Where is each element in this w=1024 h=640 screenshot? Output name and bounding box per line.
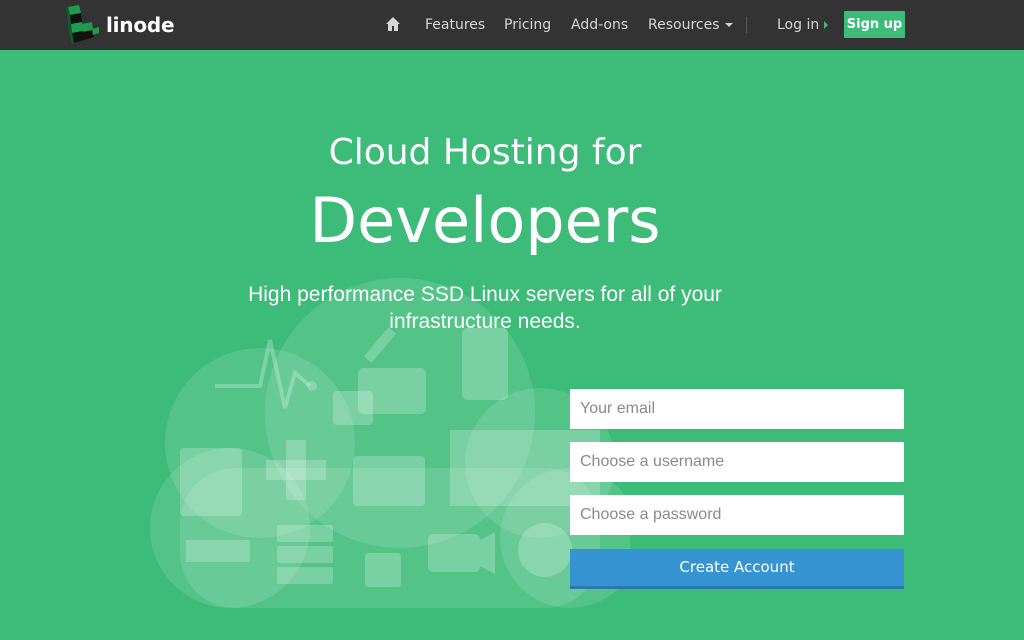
brand-name: linode [106, 13, 175, 37]
nav-divider [746, 17, 747, 33]
hero-title-line1: Cloud Hosting for [328, 132, 642, 173]
hero-subtitle-line2: infrastructure needs. [389, 310, 581, 333]
password-input[interactable] [570, 495, 904, 535]
login-link[interactable]: Log in [777, 0, 829, 50]
hero-subtitle: High performance SSD Linux servers for a… [0, 281, 970, 335]
hero-subtitle-line1: High performance SSD Linux servers for a… [248, 283, 722, 306]
nav-link-resources-label: Resources [648, 17, 720, 33]
arrow-right-icon [824, 21, 829, 29]
email-input[interactable] [570, 389, 904, 429]
chevron-down-icon [724, 23, 733, 27]
top-navbar: linode Features Pricing Add-ons Resource… [0, 0, 1024, 50]
username-input[interactable] [570, 442, 904, 482]
home-icon[interactable] [385, 16, 401, 32]
nav-link-features[interactable]: Features [425, 0, 485, 50]
nav-link-resources[interactable]: Resources [648, 0, 733, 50]
linode-logo-icon [66, 5, 99, 44]
login-label: Log in [777, 17, 820, 33]
nav-link-addons[interactable]: Add-ons [571, 0, 628, 50]
nav-link-pricing[interactable]: Pricing [504, 0, 551, 50]
hero-title-line2: Developers [309, 184, 661, 257]
create-account-button[interactable]: Create Account [570, 549, 904, 589]
brand-logo[interactable]: linode [66, 5, 175, 45]
signup-button[interactable]: Sign up [844, 11, 905, 38]
